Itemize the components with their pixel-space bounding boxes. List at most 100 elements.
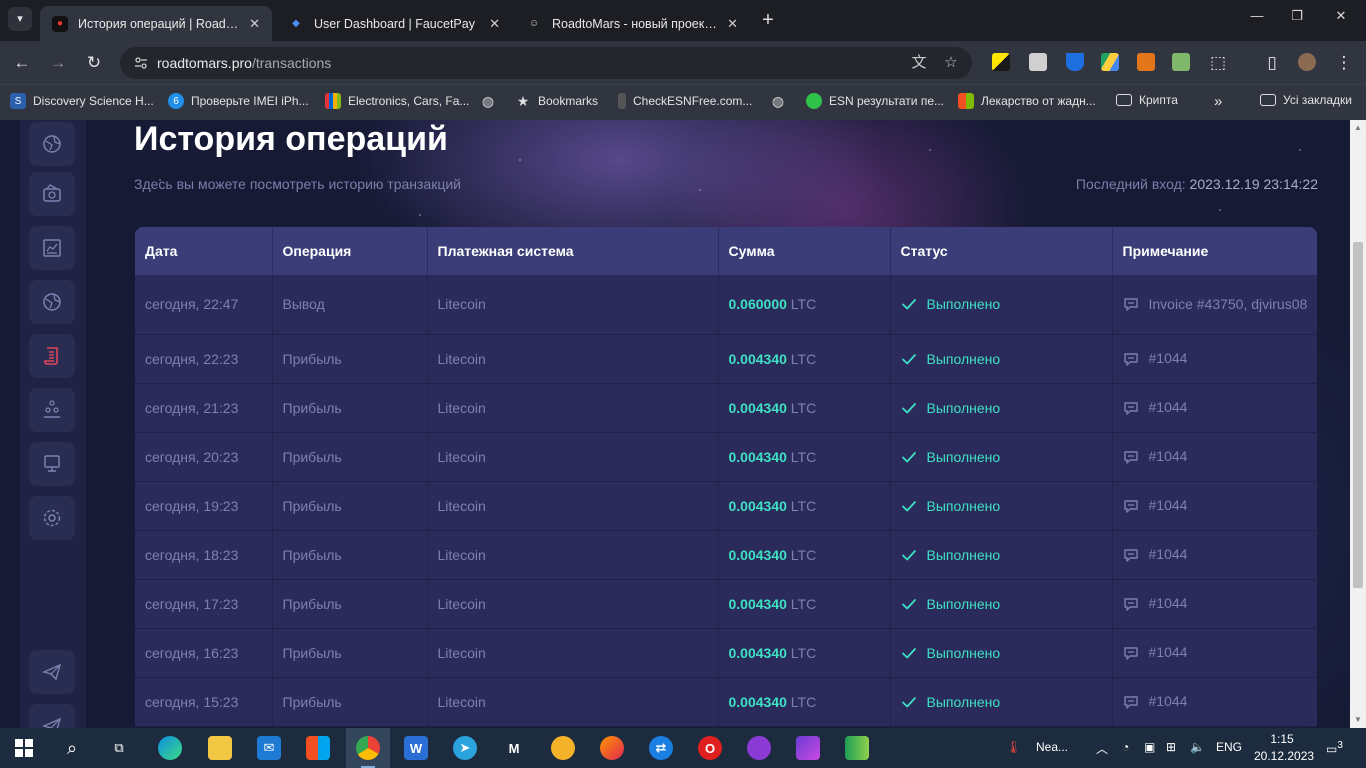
column-header-amount[interactable]: Сумма: [718, 227, 891, 275]
bookmark-item[interactable]: Лекарство от жадн...: [958, 93, 1096, 109]
column-header-date[interactable]: Дата: [135, 227, 273, 275]
comment-icon: [1123, 450, 1138, 464]
scroll-down-arrow-icon[interactable]: ▼: [1350, 712, 1366, 728]
weather-text[interactable]: Nea...: [1036, 740, 1068, 754]
task-view-icon[interactable]: ⧉: [107, 736, 131, 760]
sidebar-item-telegram[interactable]: [29, 650, 75, 694]
close-tab-icon[interactable]: ✕: [489, 16, 500, 32]
bookmark-item[interactable]: ◍: [480, 93, 503, 109]
bookmark-item[interactable]: ★ Bookmarks: [515, 93, 598, 109]
meet-now-icon[interactable]: ▣: [1144, 740, 1155, 754]
extensions-puzzle-icon[interactable]: ⬚: [1206, 51, 1230, 75]
notifications-icon[interactable]: ▭3: [1326, 740, 1343, 756]
site-info-icon[interactable]: [134, 56, 148, 70]
column-header-payment-system[interactable]: Платежная система: [427, 227, 719, 275]
note-text: #1044: [1148, 399, 1188, 415]
windows-start-icon[interactable]: [12, 736, 36, 760]
profile-avatar[interactable]: [1298, 53, 1316, 71]
bookmark-item[interactable]: S Discovery Science H...: [10, 93, 154, 109]
minimize-icon[interactable]: —: [1242, 8, 1272, 23]
note: #1044: [1123, 349, 1318, 368]
status-badge: Выполнено: [901, 400, 1112, 416]
language-indicator[interactable]: ENG: [1216, 740, 1242, 754]
cell-date: сегодня, 22:47: [135, 275, 273, 335]
metamask-extension-icon[interactable]: [1137, 53, 1155, 71]
scrollbar-thumb[interactable]: [1353, 242, 1363, 588]
leaf-extension-icon[interactable]: [1172, 53, 1190, 71]
edge-icon[interactable]: [158, 736, 182, 760]
brave-icon[interactable]: [551, 736, 575, 760]
sidebar-item-settings[interactable]: [29, 496, 75, 540]
sidebar-item-statistics[interactable]: [29, 226, 75, 270]
close-window-icon[interactable]: ✕: [1326, 8, 1356, 24]
teamviewer-icon[interactable]: ⇄: [649, 736, 673, 760]
reload-icon[interactable]: ↻: [82, 51, 106, 75]
store-icon[interactable]: [306, 736, 330, 760]
close-tab-icon[interactable]: ✕: [249, 16, 260, 32]
new-tab-button[interactable]: +: [758, 8, 778, 32]
scroll-icon: [44, 347, 58, 365]
side-panel-icon[interactable]: ▯: [1260, 51, 1284, 75]
tab-roadtomars-project[interactable]: ☺ RoadtoMars - новый проект по ✕: [514, 6, 750, 41]
bookmarks-bar: S Discovery Science H... 6 Проверьте IMEI …: [0, 84, 1366, 120]
column-header-status[interactable]: Статус: [890, 227, 1113, 275]
wifi-icon[interactable]: ◔: [1122, 740, 1129, 754]
chart-app-icon[interactable]: [845, 736, 869, 760]
sidebar-item-referrals[interactable]: [29, 388, 75, 432]
sidebar-item-computer[interactable]: [29, 442, 75, 486]
tor-mask-icon[interactable]: [747, 736, 771, 760]
cell-operation: Прибыль: [272, 579, 428, 629]
monitor-icon: [44, 455, 60, 472]
tab-transactions[interactable]: ● История операций | RoadtoMars ✕: [40, 6, 272, 41]
search-icon[interactable]: ⌕: [60, 736, 84, 760]
bookmark-item[interactable]: CheckESNFree.com...: [618, 93, 752, 109]
word-document-icon[interactable]: W: [404, 736, 428, 760]
gear-icon: [43, 509, 61, 527]
extension-icon[interactable]: [992, 53, 1010, 71]
restore-icon[interactable]: ❐: [1282, 8, 1312, 24]
all-bookmarks-folder[interactable]: Усі закладки: [1260, 93, 1352, 107]
telegram-icon[interactable]: ➤: [453, 736, 477, 760]
bookmark-item[interactable]: Electronics, Cars, Fa...: [325, 93, 469, 109]
sidebar-item-dashboard[interactable]: [29, 122, 75, 166]
back-arrow-icon[interactable]: ←: [10, 51, 34, 75]
bookmarks-overflow-button[interactable]: »: [1214, 93, 1222, 110]
status-badge: Выполнено: [901, 449, 1112, 465]
weather-thermometer-icon[interactable]: 🌡: [1006, 740, 1021, 754]
chrome-icon[interactable]: [356, 736, 380, 760]
volume-icon[interactable]: 🔈: [1190, 740, 1205, 754]
bookmark-item[interactable]: 6 Проверьте IMEI iPh...: [168, 93, 309, 109]
vertical-scrollbar[interactable]: ▲ ▼: [1350, 120, 1366, 728]
mail-icon[interactable]: ✉: [257, 736, 281, 760]
sidebar-item-deposit[interactable]: [29, 172, 75, 216]
opera-icon[interactable]: O: [698, 736, 722, 760]
firefox-icon[interactable]: [600, 736, 624, 760]
column-header-operation[interactable]: Операция: [272, 227, 428, 275]
tray-overflow-icon[interactable]: ︿: [1096, 740, 1108, 757]
bookmark-star-icon[interactable]: ☆: [942, 54, 960, 72]
scroll-up-arrow-icon[interactable]: ▲: [1350, 120, 1366, 136]
address-bar[interactable]: roadtomars.pro/transactions 文 ☆: [120, 47, 972, 79]
table-row: сегодня, 17:23 Прибыль Litecoin 0.004340 LT…: [135, 579, 1317, 629]
drive-extension-icon[interactable]: [1101, 53, 1119, 71]
tab-search-button[interactable]: ▾: [8, 7, 32, 31]
menu-dots-icon[interactable]: ⋮: [1332, 51, 1356, 75]
clock[interactable]: 1:15 20.12.2023: [1254, 731, 1314, 765]
translate-icon[interactable]: 文: [910, 54, 928, 72]
file-explorer-icon[interactable]: [208, 736, 232, 760]
m-app-icon[interactable]: M: [502, 736, 526, 760]
tab-faucetpay[interactable]: ◆ User Dashboard | FaucetPay ✕: [276, 6, 512, 41]
bookmark-item[interactable]: ◍: [770, 93, 793, 109]
close-tab-icon[interactable]: ✕: [727, 16, 738, 32]
network-icon[interactable]: ⊞: [1166, 740, 1176, 754]
cards-app-icon[interactable]: [796, 736, 820, 760]
bookmark-item[interactable]: ESN результати пе...: [806, 93, 944, 109]
column-header-note[interactable]: Примечание: [1112, 227, 1317, 275]
sidebar-item-planets[interactable]: [29, 280, 75, 324]
print-extension-icon[interactable]: [1029, 53, 1047, 71]
sidebar-item-telegram-chat[interactable]: [29, 704, 75, 728]
forward-arrow-icon[interactable]: →: [46, 51, 70, 75]
sidebar-item-transactions[interactable]: [29, 334, 75, 378]
bookmark-folder[interactable]: Крипта: [1116, 93, 1178, 107]
shield-extension-icon[interactable]: [1066, 53, 1084, 71]
